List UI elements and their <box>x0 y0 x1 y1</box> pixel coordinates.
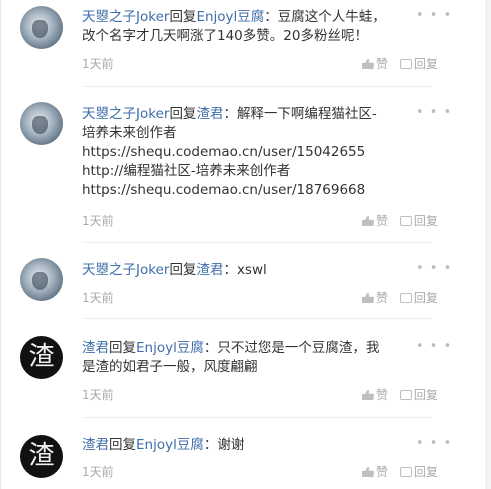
timestamp: 1天前 <box>82 465 114 479</box>
reply-word: 回复 <box>109 340 136 356</box>
left-border <box>0 0 1 489</box>
comment-actions: 赞 回复 <box>354 55 438 72</box>
more-options-icon[interactable]: • • • <box>416 436 452 451</box>
avatar-glyph: 渣 <box>28 441 55 471</box>
separator: ： <box>223 262 237 278</box>
comment-text-line: 只不过您是一个豆腐渣，我 <box>217 340 380 356</box>
timestamp: 1天前 <box>82 214 114 228</box>
comment-actions: 赞 回复 <box>354 289 438 306</box>
divider <box>82 417 432 418</box>
like-button[interactable]: 赞 <box>362 212 388 229</box>
comment-text-line: 改个名字才几天啊涨了140多赞。20多粉丝呢！ <box>82 28 368 44</box>
reply-button[interactable]: 回复 <box>399 55 438 72</box>
comment-text-line: 培养未来创作者 <box>82 125 177 141</box>
author-link[interactable]: 渣君 <box>82 340 109 356</box>
avatar[interactable]: 渣 <box>20 336 63 379</box>
author-link[interactable]: 天曌之子Joker <box>82 106 169 122</box>
like-button[interactable]: 赞 <box>362 386 388 403</box>
comment-text-line: https://shequ.codemao.cn/user/18769668 <box>82 182 366 198</box>
comment-text-line: 豆腐这个人牛蛙， <box>277 9 386 25</box>
separator: ： <box>203 340 218 356</box>
avatar[interactable] <box>20 102 63 145</box>
reply-target-link[interactable]: Enjoyl豆腐 <box>196 9 264 25</box>
comment-text-line: http://编程猫社区-培养未来创作者 <box>82 163 291 179</box>
more-options-icon[interactable]: • • • <box>416 261 452 276</box>
reply-word: 回复 <box>169 9 197 25</box>
comment-bubble-icon <box>399 216 412 226</box>
thumbs-up-icon <box>362 216 374 226</box>
comment-body: 天曌之子Joker回复渣君：解释一下啊编程猫社区- 培养未来创作者 https:… <box>82 105 448 200</box>
reply-word: 回复 <box>109 437 136 453</box>
timestamp: 1天前 <box>82 291 114 305</box>
comment-actions: 赞 回复 <box>354 463 438 480</box>
comment-bubble-icon <box>399 293 412 303</box>
comment-body: 天曌之子Joker回复Enjoyl豆腐：豆腐这个人牛蛙， 改个名字才几天啊涨了1… <box>82 8 448 46</box>
thumbs-up-icon <box>362 390 374 400</box>
avatar[interactable] <box>20 6 63 49</box>
reply-button[interactable]: 回复 <box>399 212 438 229</box>
comment-text-line: 是渣的如君子一般，风度翩翩 <box>82 359 258 375</box>
avatar[interactable] <box>20 258 63 301</box>
timestamp: 1天前 <box>82 57 114 71</box>
comment-bubble-icon <box>399 59 412 69</box>
thumbs-up-icon <box>362 59 374 69</box>
avatar-glyph: 渣 <box>28 342 55 372</box>
reply-button[interactable]: 回复 <box>399 386 438 403</box>
divider <box>82 86 432 87</box>
like-label: 赞 <box>376 291 389 305</box>
comment-actions: 赞 回复 <box>354 212 438 229</box>
like-button[interactable]: 赞 <box>362 289 388 306</box>
comment-actions: 赞 回复 <box>354 386 438 403</box>
author-link[interactable]: 天曌之子Joker <box>82 262 169 278</box>
reply-label: 回复 <box>413 291 438 305</box>
like-label: 赞 <box>376 465 389 479</box>
author-link[interactable]: 天曌之子Joker <box>82 9 169 25</box>
comment-body: 渣君回复Enjoyl豆腐：只不过您是一个豆腐渣，我 是渣的如君子一般，风度翩翩 <box>82 339 448 377</box>
thumbs-up-icon <box>362 293 374 303</box>
comment-bubble-icon <box>399 390 412 400</box>
reply-target-link[interactable]: 渣君 <box>196 106 223 122</box>
more-options-icon[interactable]: • • • <box>416 339 452 354</box>
reply-label: 回复 <box>413 57 438 71</box>
avatar[interactable]: 渣 <box>20 435 63 478</box>
divider <box>82 318 432 319</box>
like-button[interactable]: 赞 <box>362 463 388 480</box>
comment-body: 天曌之子Joker回复渣君：xswl <box>82 261 448 280</box>
reply-label: 回复 <box>413 214 438 228</box>
like-label: 赞 <box>376 214 389 228</box>
thumbs-up-icon <box>362 467 374 477</box>
reply-word: 回复 <box>169 262 197 278</box>
reply-label: 回复 <box>413 465 438 479</box>
reply-button[interactable]: 回复 <box>399 289 438 306</box>
reply-target-link[interactable]: 渣君 <box>196 262 223 278</box>
comment-body: 渣君回复Enjoyl豆腐：谢谢 <box>82 436 448 455</box>
comment-text-line: xswl <box>236 262 267 278</box>
more-options-icon[interactable]: • • • <box>416 105 452 120</box>
separator: ： <box>264 9 278 25</box>
comment-bubble-icon <box>399 467 412 477</box>
reply-label: 回复 <box>413 388 438 402</box>
separator: ： <box>203 437 218 453</box>
reply-button[interactable]: 回复 <box>399 463 438 480</box>
like-button[interactable]: 赞 <box>362 55 388 72</box>
author-link[interactable]: 渣君 <box>82 437 109 453</box>
comment-text-line: https://shequ.codemao.cn/user/15042655 <box>82 144 366 160</box>
reply-target-link[interactable]: Enjoyl豆腐 <box>136 437 204 453</box>
like-label: 赞 <box>376 388 389 402</box>
reply-word: 回复 <box>169 106 197 122</box>
divider <box>82 242 432 243</box>
timestamp: 1天前 <box>82 388 114 402</box>
scrollbar-track[interactable] <box>485 0 491 489</box>
separator: ： <box>223 106 237 122</box>
reply-target-link[interactable]: Enjoyl豆腐 <box>136 340 204 356</box>
more-options-icon[interactable]: • • • <box>416 8 452 23</box>
comment-text-line: 谢谢 <box>217 437 245 453</box>
comment-text-line: 解释一下啊编程猫社区- <box>236 106 377 122</box>
like-label: 赞 <box>376 57 389 71</box>
